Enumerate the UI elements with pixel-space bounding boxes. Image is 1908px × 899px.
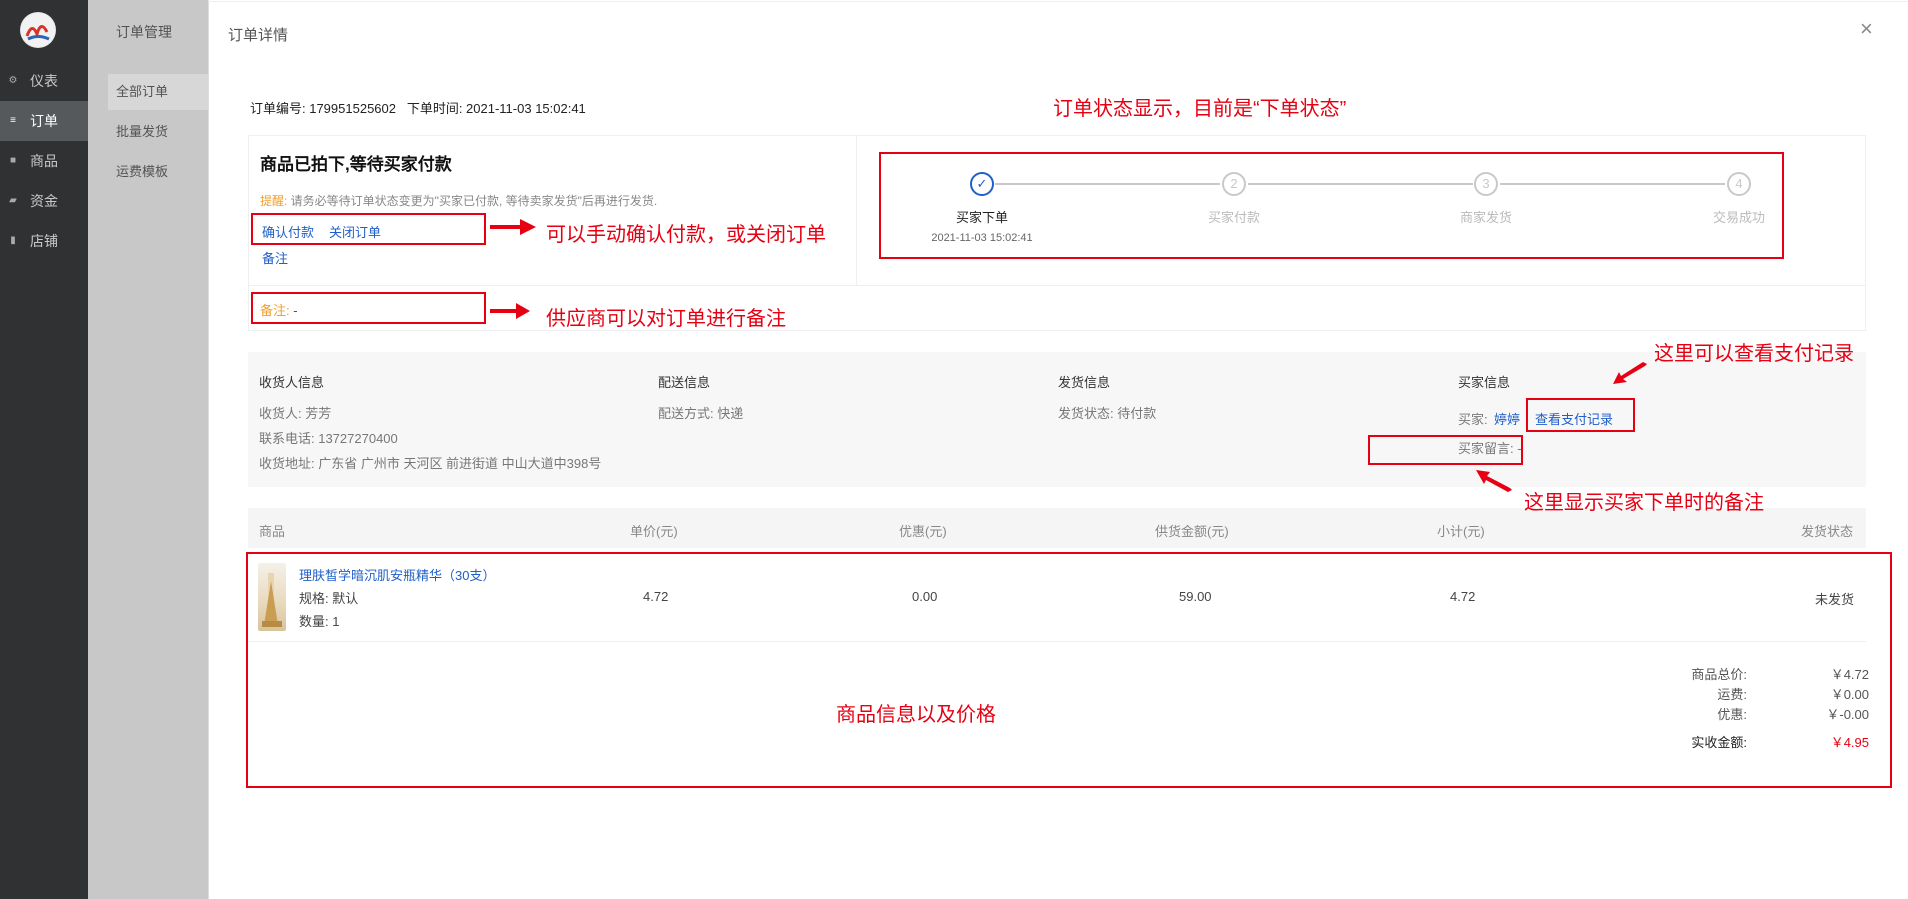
- modal-overlay: [88, 0, 208, 899]
- sidebar-item-label: 仪表: [30, 73, 58, 89]
- annotation-box-remark: [251, 292, 486, 324]
- divider: [208, 1, 1908, 2]
- sidebar-item-goods[interactable]: ■ 商品: [0, 141, 88, 181]
- divider: [248, 285, 1866, 286]
- th-goods: 商品: [259, 524, 286, 539]
- delivery-info-title: 配送信息: [658, 375, 711, 390]
- order-meta: 订单编号: 179951525602 下单时间: 2021-11-03 15:0…: [250, 101, 586, 116]
- delivery-method: 配送方式: 快递: [658, 406, 744, 421]
- th-ship-status: 发货状态: [1801, 524, 1854, 539]
- annotation-remark-text: 供应商可以对订单进行备注: [546, 308, 786, 330]
- buyer-name-link[interactable]: 婷婷: [1494, 409, 1520, 428]
- wallet-icon: ▰: [9, 195, 17, 206]
- th-unit-price: 单价(元): [630, 524, 678, 539]
- annotation-box-pay-record: [1526, 398, 1635, 432]
- ship-status: 发货状态: 待付款: [1058, 406, 1157, 421]
- receiver-phone: 联系电话: 13727270400: [259, 431, 398, 446]
- list-icon: ≡: [10, 115, 16, 126]
- annotation-status-text: 订单状态显示，目前是“下单状态”: [1053, 98, 1347, 120]
- buyer-info-title: 买家信息: [1458, 375, 1511, 390]
- divider: [856, 135, 857, 285]
- th-subtotal: 小计(元): [1437, 524, 1485, 539]
- receiver-info-title: 收货人信息: [259, 375, 325, 390]
- order-status-heading: 商品已拍下,等待买家付款: [260, 155, 452, 174]
- close-icon[interactable]: ×: [1860, 18, 1873, 40]
- brand-logo: [20, 12, 56, 48]
- annotation-arrow-icon: [1613, 362, 1647, 384]
- bag-icon: ■: [9, 155, 17, 166]
- annotation-box-goods: [246, 552, 1892, 788]
- annotation-arrow-icon: [490, 219, 536, 235]
- annotation-box-steps: [879, 152, 1784, 259]
- th-discount: 优惠(元): [899, 524, 947, 539]
- annotation-arrow-icon: [1476, 470, 1512, 492]
- reminder-body: 请务必等待订单状态变更为"买家已付款, 等待卖家发货"后再进行发货.: [287, 194, 658, 208]
- ship-info-title: 发货信息: [1058, 375, 1111, 390]
- reminder-text: 提醒: 请务必等待订单状态变更为"买家已付款, 等待卖家发货"后再进行发货.: [260, 192, 657, 209]
- sidebar-item-funds[interactable]: ▰ 资金: [0, 181, 88, 221]
- annotation-box-actions: [251, 213, 486, 245]
- sidebar-item-store[interactable]: ▮ 店铺: [0, 221, 88, 261]
- receiver-address: 收货地址: 广东省 广州市 天河区 前进街道 中山大道中398号: [259, 456, 602, 471]
- sidebar-item-label: 店铺: [30, 233, 58, 249]
- gear-icon: ⚙: [8, 75, 18, 86]
- buyer-key: 买家:: [1458, 412, 1488, 427]
- annotation-box-buyer-msg: [1368, 435, 1523, 465]
- receiver-name: 收货人: 芳芳: [259, 406, 332, 421]
- sidebar-item-label: 资金: [30, 193, 58, 209]
- sidebar-item-label: 商品: [30, 153, 58, 169]
- th-supply-amount: 供货金额(元): [1155, 524, 1229, 539]
- sidebar-item-orders[interactable]: ≡ 订单: [0, 101, 88, 141]
- annotation-goods-text: 商品信息以及价格: [836, 704, 996, 726]
- annotation-confirm-text: 可以手动确认付款，或关闭订单: [546, 224, 826, 246]
- sidebar-item-dashboard[interactable]: ⚙ 仪表: [0, 61, 88, 101]
- store-icon: ▮: [10, 235, 16, 246]
- modal-title: 订单详情: [228, 27, 289, 44]
- remark-link[interactable]: 备注: [262, 248, 288, 267]
- annotation-buyer-msg-text: 这里显示买家下单时的备注: [1524, 492, 1764, 514]
- annotation-arrow-icon: [490, 303, 530, 319]
- annotation-pay-record-text: 这里可以查看支付记录: [1654, 343, 1854, 365]
- sidebar-item-label: 订单: [30, 113, 58, 129]
- reminder-key: 提醒:: [260, 194, 288, 208]
